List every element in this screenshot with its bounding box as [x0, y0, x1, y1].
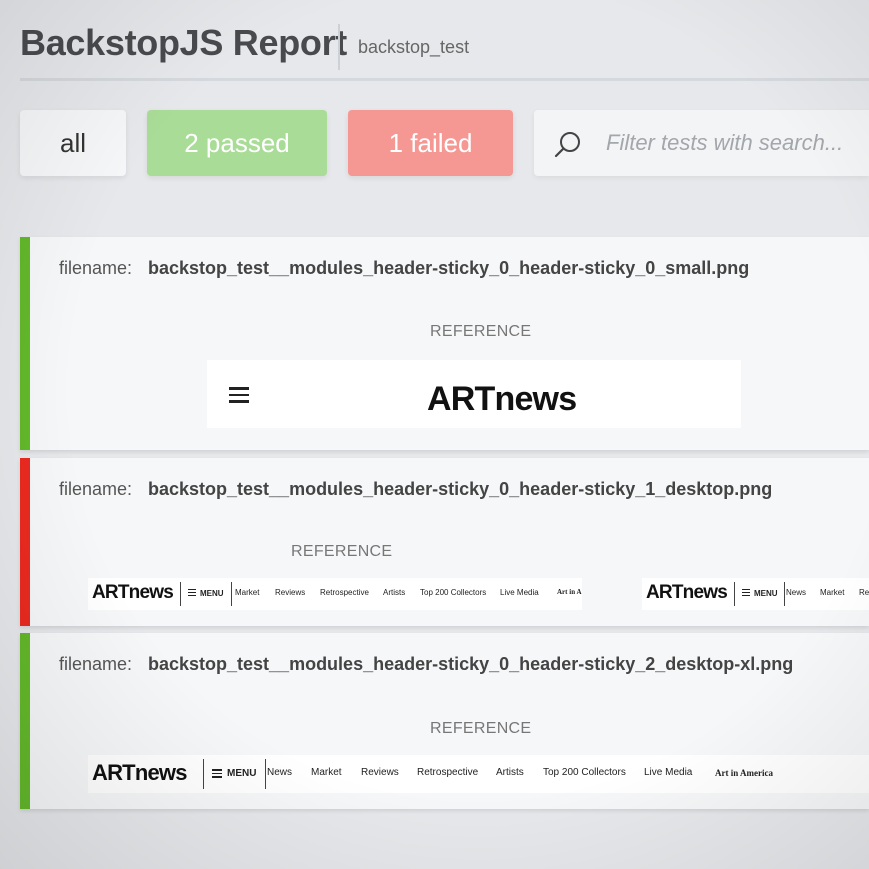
- hamburger-menu-icon: [212, 769, 222, 778]
- reference-label: REFERENCE: [291, 543, 393, 560]
- fail-status-bar: [20, 458, 30, 626]
- test-screenshot[interactable]: ARTnews MENU News Market Re: [642, 578, 869, 610]
- test-card[interactable]: filename: backstop_test__modules_header-…: [20, 633, 869, 809]
- nav-item: Retrospective: [417, 767, 479, 778]
- app-title: BackstopJS Report: [20, 22, 347, 63]
- nav-item: Market: [820, 588, 845, 597]
- nav-item: Market: [235, 588, 260, 597]
- nav-item: News: [786, 588, 807, 597]
- nav-item: Artists: [383, 588, 406, 597]
- divider: [734, 582, 735, 606]
- header-divider: [338, 24, 340, 70]
- filename-label: filename:: [59, 479, 133, 499]
- nav-item: Artists: [496, 767, 524, 778]
- reference-label: REFERENCE: [430, 720, 532, 737]
- divider: [231, 582, 232, 606]
- filename-value: backstop_test__modules_header-sticky_0_h…: [148, 479, 773, 499]
- nav-item: Market: [311, 767, 342, 778]
- artnews-logo: ARTnews: [92, 582, 174, 603]
- nav-item: Top 200 Collectors: [543, 767, 626, 778]
- artnews-logo: ARTnews: [427, 380, 577, 418]
- search-input[interactable]: [606, 124, 869, 162]
- filter-failed-button[interactable]: 1 failed: [348, 110, 513, 176]
- divider: [265, 759, 266, 789]
- artnews-logo: ARTnews: [646, 582, 728, 603]
- reference-label: REFERENCE: [430, 323, 532, 340]
- test-card[interactable]: filename: backstop_test__modules_header-…: [20, 237, 869, 450]
- hamburger-menu-icon: [229, 387, 249, 403]
- filename-label: filename:: [59, 258, 133, 278]
- report-header: BackstopJS Report backstop_test: [0, 0, 869, 82]
- filename-value: backstop_test__modules_header-sticky_0_h…: [148, 258, 750, 278]
- nav-item: Reviews: [361, 767, 399, 778]
- search-box[interactable]: [534, 110, 869, 176]
- header-rule: [20, 78, 869, 81]
- nav-item: News: [267, 767, 293, 778]
- nav-item: Reviews: [275, 588, 306, 597]
- nav-item: Top 200 Collectors: [420, 588, 487, 597]
- art-in-america-logo: Art in America: [715, 768, 773, 778]
- search-icon: [554, 132, 580, 158]
- divider: [180, 582, 181, 606]
- test-card[interactable]: filename: backstop_test__modules_header-…: [20, 458, 869, 626]
- menu-label: MENU: [227, 768, 257, 779]
- pass-status-bar: [20, 237, 30, 450]
- hamburger-menu-icon: [188, 589, 196, 597]
- divider: [203, 759, 204, 789]
- artnews-logo: ARTnews: [92, 760, 187, 785]
- filename-label: filename:: [59, 654, 133, 674]
- filter-passed-button[interactable]: 2 passed: [147, 110, 327, 176]
- reference-screenshot[interactable]: ARTnews: [207, 360, 741, 428]
- menu-label: MENU: [754, 589, 778, 598]
- filename-value: backstop_test__modules_header-sticky_0_h…: [148, 654, 794, 674]
- hamburger-menu-icon: [742, 589, 750, 597]
- nav-item: Retrospective: [320, 588, 369, 597]
- filter-all-button[interactable]: all: [20, 110, 126, 176]
- project-name: backstop_test: [358, 37, 470, 57]
- menu-label: MENU: [200, 589, 224, 598]
- divider: [784, 582, 785, 606]
- art-in-america-logo: Art in A: [557, 588, 582, 596]
- nav-item: Live Media: [644, 767, 693, 778]
- reference-screenshot[interactable]: ARTnews MENU News Market Reviews Retrosp…: [88, 755, 869, 793]
- reference-screenshot[interactable]: ARTnews MENU Market Reviews Retrospectiv…: [88, 578, 582, 610]
- nav-item: Live Media: [500, 588, 539, 597]
- nav-item: Re: [859, 588, 869, 597]
- pass-status-bar: [20, 633, 30, 809]
